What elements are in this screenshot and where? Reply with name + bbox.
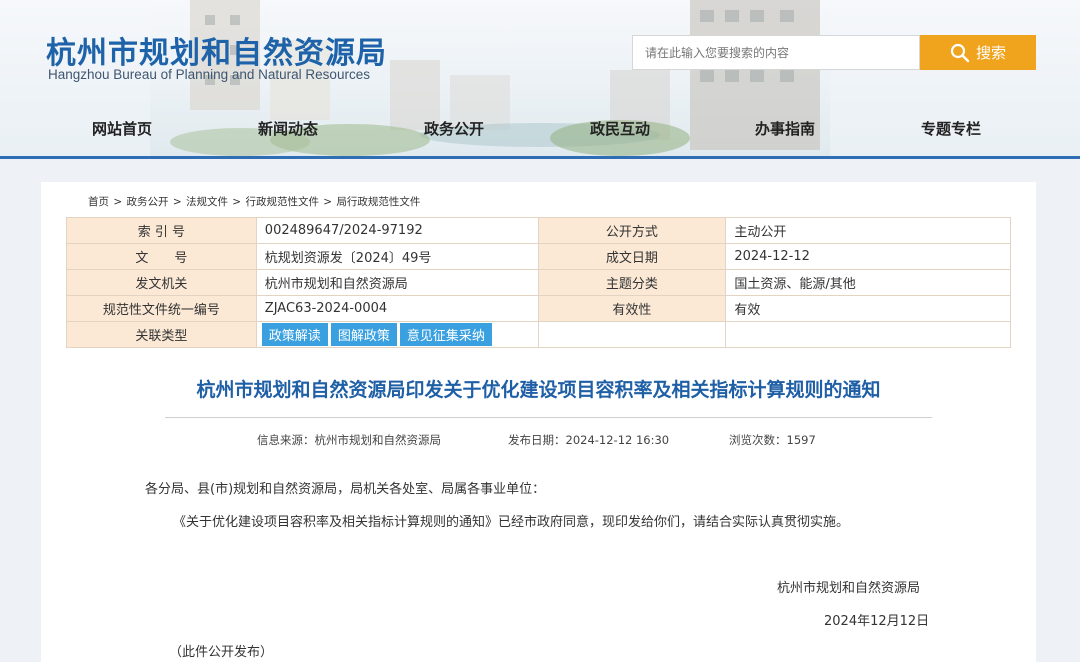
- nav-item-interaction[interactable]: 政民互动: [590, 118, 650, 139]
- site-header: 杭州市规划和自然资源局 Hangzhou Bureau of Planning …: [0, 0, 1080, 156]
- issuing-authority-label: 发文机关: [66, 269, 257, 296]
- article-body: 《关于优化建设项目容积率及相关指标计算规则的通知》已经市政府同意，现印发给你们，…: [173, 515, 850, 530]
- feedback-adoption-tag[interactable]: 意见征集采纳: [399, 323, 492, 346]
- policy-interpretation-tag[interactable]: 政策解读: [261, 323, 328, 346]
- table-row: 发文机关 杭州市规划和自然资源局 主题分类 国土资源、能源/其他: [66, 269, 1011, 296]
- related-type-tags: 政策解读 图解政策 意见征集采纳: [255, 321, 539, 348]
- illustrated-policy-tag[interactable]: 图解政策: [330, 323, 397, 346]
- site-subtitle: Hangzhou Bureau of Planning and Natural …: [48, 67, 370, 82]
- breadcrumb-normative-docs[interactable]: 行政规范性文件: [245, 196, 319, 208]
- empty-cell: [725, 321, 1011, 348]
- nav-item-government-affairs[interactable]: 政务公开: [424, 118, 484, 139]
- article-signature: 杭州市规划和自然资源局: [777, 581, 921, 596]
- breadcrumb: 首页 > 政务公开 > 法规文件 > 行政规范性文件 > 局行政规范性文件: [88, 196, 421, 208]
- nav-item-home[interactable]: 网站首页: [92, 118, 152, 139]
- breadcrumb-regulations[interactable]: 法规文件: [186, 196, 228, 208]
- search-button[interactable]: 搜索: [920, 35, 1036, 70]
- doc-number-label: 文 号: [66, 243, 257, 270]
- index-number-label: 索 引 号: [66, 217, 257, 244]
- document-metadata-table: 索 引 号 002489647/2024-97192 公开方式 主动公开 文 号…: [66, 217, 1011, 348]
- empty-cell: [537, 321, 727, 348]
- article-title: 杭州市规划和自然资源局印发关于优化建设项目容积率及相关指标计算规则的通知: [196, 379, 881, 401]
- disclosure-method-value: 主动公开: [725, 217, 1011, 244]
- nav-item-service-guide[interactable]: 办事指南: [755, 118, 815, 139]
- search-button-label: 搜索: [975, 44, 1006, 62]
- article-publish-date: 发布日期：2024-12-12 16:30: [508, 433, 670, 447]
- nav-item-news[interactable]: 新闻动态: [258, 118, 318, 139]
- article-view-count: 浏览次数：1597: [729, 433, 816, 447]
- article-sign-date: 2024年12月12日: [824, 614, 930, 629]
- header-divider: [0, 156, 1080, 159]
- written-date-value: 2024-12-12: [725, 243, 1011, 270]
- table-row: 规范性文件统一编号 ZJAC63-2024-0004 有效性 有效: [66, 295, 1011, 322]
- site-title: 杭州市规划和自然资源局: [46, 36, 387, 71]
- issuing-authority-value: 杭州市规划和自然资源局: [255, 269, 539, 296]
- article-footer-note: （此件公开发布）: [169, 645, 274, 660]
- main-nav: 网站首页 新闻动态 政务公开 政民互动 办事指南 专题专栏: [0, 118, 1080, 144]
- index-number-value: 002489647/2024-97192: [255, 217, 539, 244]
- topic-category-value: 国土资源、能源/其他: [725, 269, 1011, 296]
- breadcrumb-government-affairs[interactable]: 政务公开: [126, 196, 168, 208]
- article-source: 信息来源：杭州市规划和自然资源局: [257, 433, 441, 447]
- table-row: 关联类型 政策解读 图解政策 意见征集采纳: [66, 321, 1011, 348]
- disclosure-method-label: 公开方式: [537, 217, 727, 244]
- article-salutation: 各分局、县(市)规划和自然资源局，局机关各处室、局属各事业单位：: [145, 482, 546, 497]
- table-row: 文 号 杭规划资源发〔2024〕49号 成文日期 2024-12-12: [66, 243, 1011, 270]
- nav-item-special-topics[interactable]: 专题专栏: [921, 118, 981, 139]
- title-divider: [165, 417, 932, 418]
- unified-number-label: 规范性文件统一编号: [66, 295, 257, 322]
- search-icon: [950, 43, 970, 62]
- unified-number-value: ZJAC63-2024-0004: [255, 295, 539, 322]
- written-date-label: 成文日期: [537, 243, 727, 270]
- related-type-label: 关联类型: [66, 321, 257, 348]
- validity-label: 有效性: [537, 295, 727, 322]
- breadcrumb-home[interactable]: 首页: [88, 196, 109, 208]
- content-card: 首页 > 政务公开 > 法规文件 > 行政规范性文件 > 局行政规范性文件 索 …: [41, 182, 1036, 662]
- table-row: 索 引 号 002489647/2024-97192 公开方式 主动公开: [66, 217, 1011, 244]
- breadcrumb-bureau-normative-docs[interactable]: 局行政规范性文件: [336, 196, 420, 208]
- doc-number-value: 杭规划资源发〔2024〕49号: [255, 243, 539, 270]
- search-input[interactable]: [632, 35, 920, 70]
- topic-category-label: 主题分类: [537, 269, 727, 296]
- validity-value: 有效: [725, 295, 1011, 322]
